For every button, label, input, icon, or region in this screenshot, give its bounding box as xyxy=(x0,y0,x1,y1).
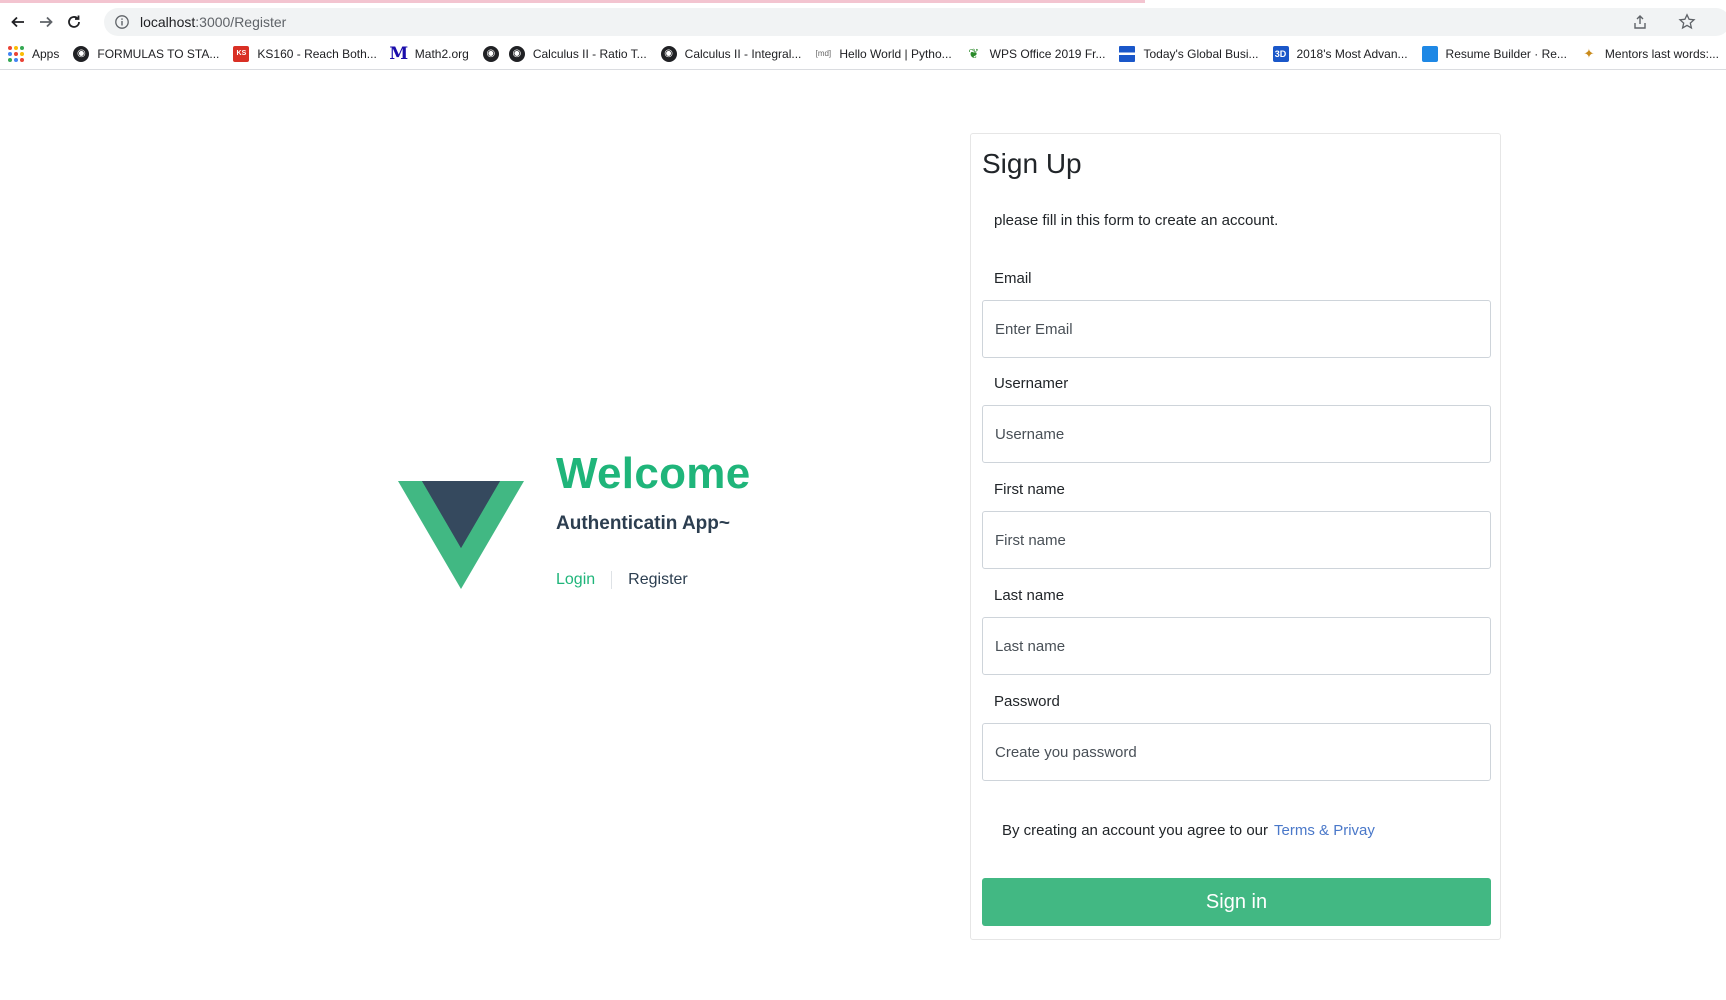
bookmark-item[interactable]: ❦ WPS Office 2019 Fr... xyxy=(966,42,1106,66)
bookmark-item[interactable]: ◉ FORMULAS TO STA... xyxy=(73,42,219,66)
welcome-title: Welcome xyxy=(556,449,751,498)
share-icon[interactable] xyxy=(1632,14,1648,30)
bookmark-star-icon[interactable] xyxy=(1678,13,1696,31)
form-description: please fill in this form to create an ac… xyxy=(994,212,1279,229)
globe-icon: ◉ xyxy=(482,45,499,62)
browser-toolbar: localhost:3000/Register xyxy=(0,4,1726,36)
bookmark-label: WPS Office 2019 Fr... xyxy=(989,46,1106,61)
bookmark-label: FORMULAS TO STA... xyxy=(97,46,220,61)
bookmark-item[interactable]: ◉ Calculus II - Ratio T... xyxy=(508,42,647,66)
bookmark-item[interactable]: ◉ Calculus II - Integral... xyxy=(660,42,802,66)
address-bar[interactable]: localhost:3000/Register xyxy=(104,8,1726,36)
3d-icon: 3D xyxy=(1272,45,1289,62)
email-label: Email xyxy=(994,270,1032,287)
ks160-icon: KS xyxy=(233,45,250,62)
register-link[interactable]: Register xyxy=(612,571,688,589)
username-field[interactable] xyxy=(982,405,1491,463)
page-content: Welcome Authenticatin App~ Login Registe… xyxy=(0,71,1726,1000)
site-info-icon[interactable] xyxy=(114,14,130,30)
back-arrow-icon[interactable] xyxy=(6,10,30,34)
bookmark-label: Apps xyxy=(32,46,60,61)
bookmark-label: 2018's Most Advan... xyxy=(1296,46,1408,61)
wps-icon: ❦ xyxy=(968,45,980,61)
sign-in-button[interactable]: Sign in xyxy=(982,878,1491,926)
bookmark-label: Calculus II - Ratio T... xyxy=(532,46,647,61)
bookmark-item[interactable]: ✦ Mentors last words:... xyxy=(1581,42,1719,66)
firstname-field[interactable] xyxy=(982,511,1491,569)
reload-icon[interactable] xyxy=(62,10,86,34)
bookmark-item[interactable]: KS KS160 - Reach Both... xyxy=(233,42,377,66)
globe-icon: ◉ xyxy=(508,45,525,62)
login-link[interactable]: Login xyxy=(556,571,613,589)
globe-icon: ◉ xyxy=(660,45,677,62)
form-title: Sign Up xyxy=(982,148,1082,179)
firstname-label: First name xyxy=(994,481,1065,498)
bookmarks-bar: Apps ◉ FORMULAS TO STA... KS KS160 - Rea… xyxy=(0,38,1726,70)
lastname-label: Last name xyxy=(994,587,1065,604)
bookmark-label: Resume Builder · Re... xyxy=(1445,46,1567,61)
bookmark-label: Math2.org xyxy=(414,46,469,61)
apps-grid-icon xyxy=(8,45,24,62)
bookmark-item[interactable]: Resume Builder · Re... xyxy=(1421,42,1567,66)
username-label: Usernamer xyxy=(994,375,1069,392)
md-icon: [md] xyxy=(815,49,832,58)
resume-icon xyxy=(1421,45,1438,62)
url-path: :3000/Register xyxy=(195,14,287,30)
welcome-subtitle: Authenticatin App~ xyxy=(556,513,730,534)
vue-logo-icon xyxy=(398,481,524,589)
globe-icon: ◉ xyxy=(73,45,90,62)
bookmark-label: KS160 - Reach Both... xyxy=(257,46,377,61)
email-field[interactable] xyxy=(982,300,1491,358)
bookmark-item[interactable]: [md] Hello World | Pytho... xyxy=(815,42,952,66)
bookmark-label: Calculus II - Integral... xyxy=(684,46,802,61)
bookmark-item[interactable]: M Math2.org xyxy=(389,42,469,66)
math2-m-icon: M xyxy=(389,43,409,64)
signup-form-card: Sign Up please fill in this form to crea… xyxy=(970,133,1501,940)
flag-icon xyxy=(1119,45,1136,62)
url-text[interactable]: localhost:3000/Register xyxy=(140,14,286,30)
bookmark-item[interactable]: 3D 2018's Most Advan... xyxy=(1272,42,1408,66)
bookmark-label: Mentors last words:... xyxy=(1604,46,1719,61)
password-label: Password xyxy=(994,693,1060,710)
terms-notice: By creating an account you agree to our T… xyxy=(1002,822,1375,839)
bookmark-apps[interactable]: Apps xyxy=(8,42,59,66)
mentor-icon: ✦ xyxy=(1583,45,1595,61)
lastname-field[interactable] xyxy=(982,617,1491,675)
terms-privacy-link[interactable]: Terms & Privay xyxy=(1274,822,1375,839)
bookmark-label: Today's Global Busi... xyxy=(1143,46,1259,61)
terms-text: By creating an account you agree to our xyxy=(1002,822,1269,839)
forward-arrow-icon[interactable] xyxy=(34,10,58,34)
password-field[interactable] xyxy=(982,723,1491,781)
bookmark-item[interactable]: Today's Global Busi... xyxy=(1119,42,1259,66)
bookmark-item[interactable]: ◉ xyxy=(482,42,499,66)
url-host: localhost xyxy=(140,14,196,30)
bookmark-label: Hello World | Pytho... xyxy=(839,46,952,61)
auth-nav: Login Register xyxy=(556,571,688,589)
